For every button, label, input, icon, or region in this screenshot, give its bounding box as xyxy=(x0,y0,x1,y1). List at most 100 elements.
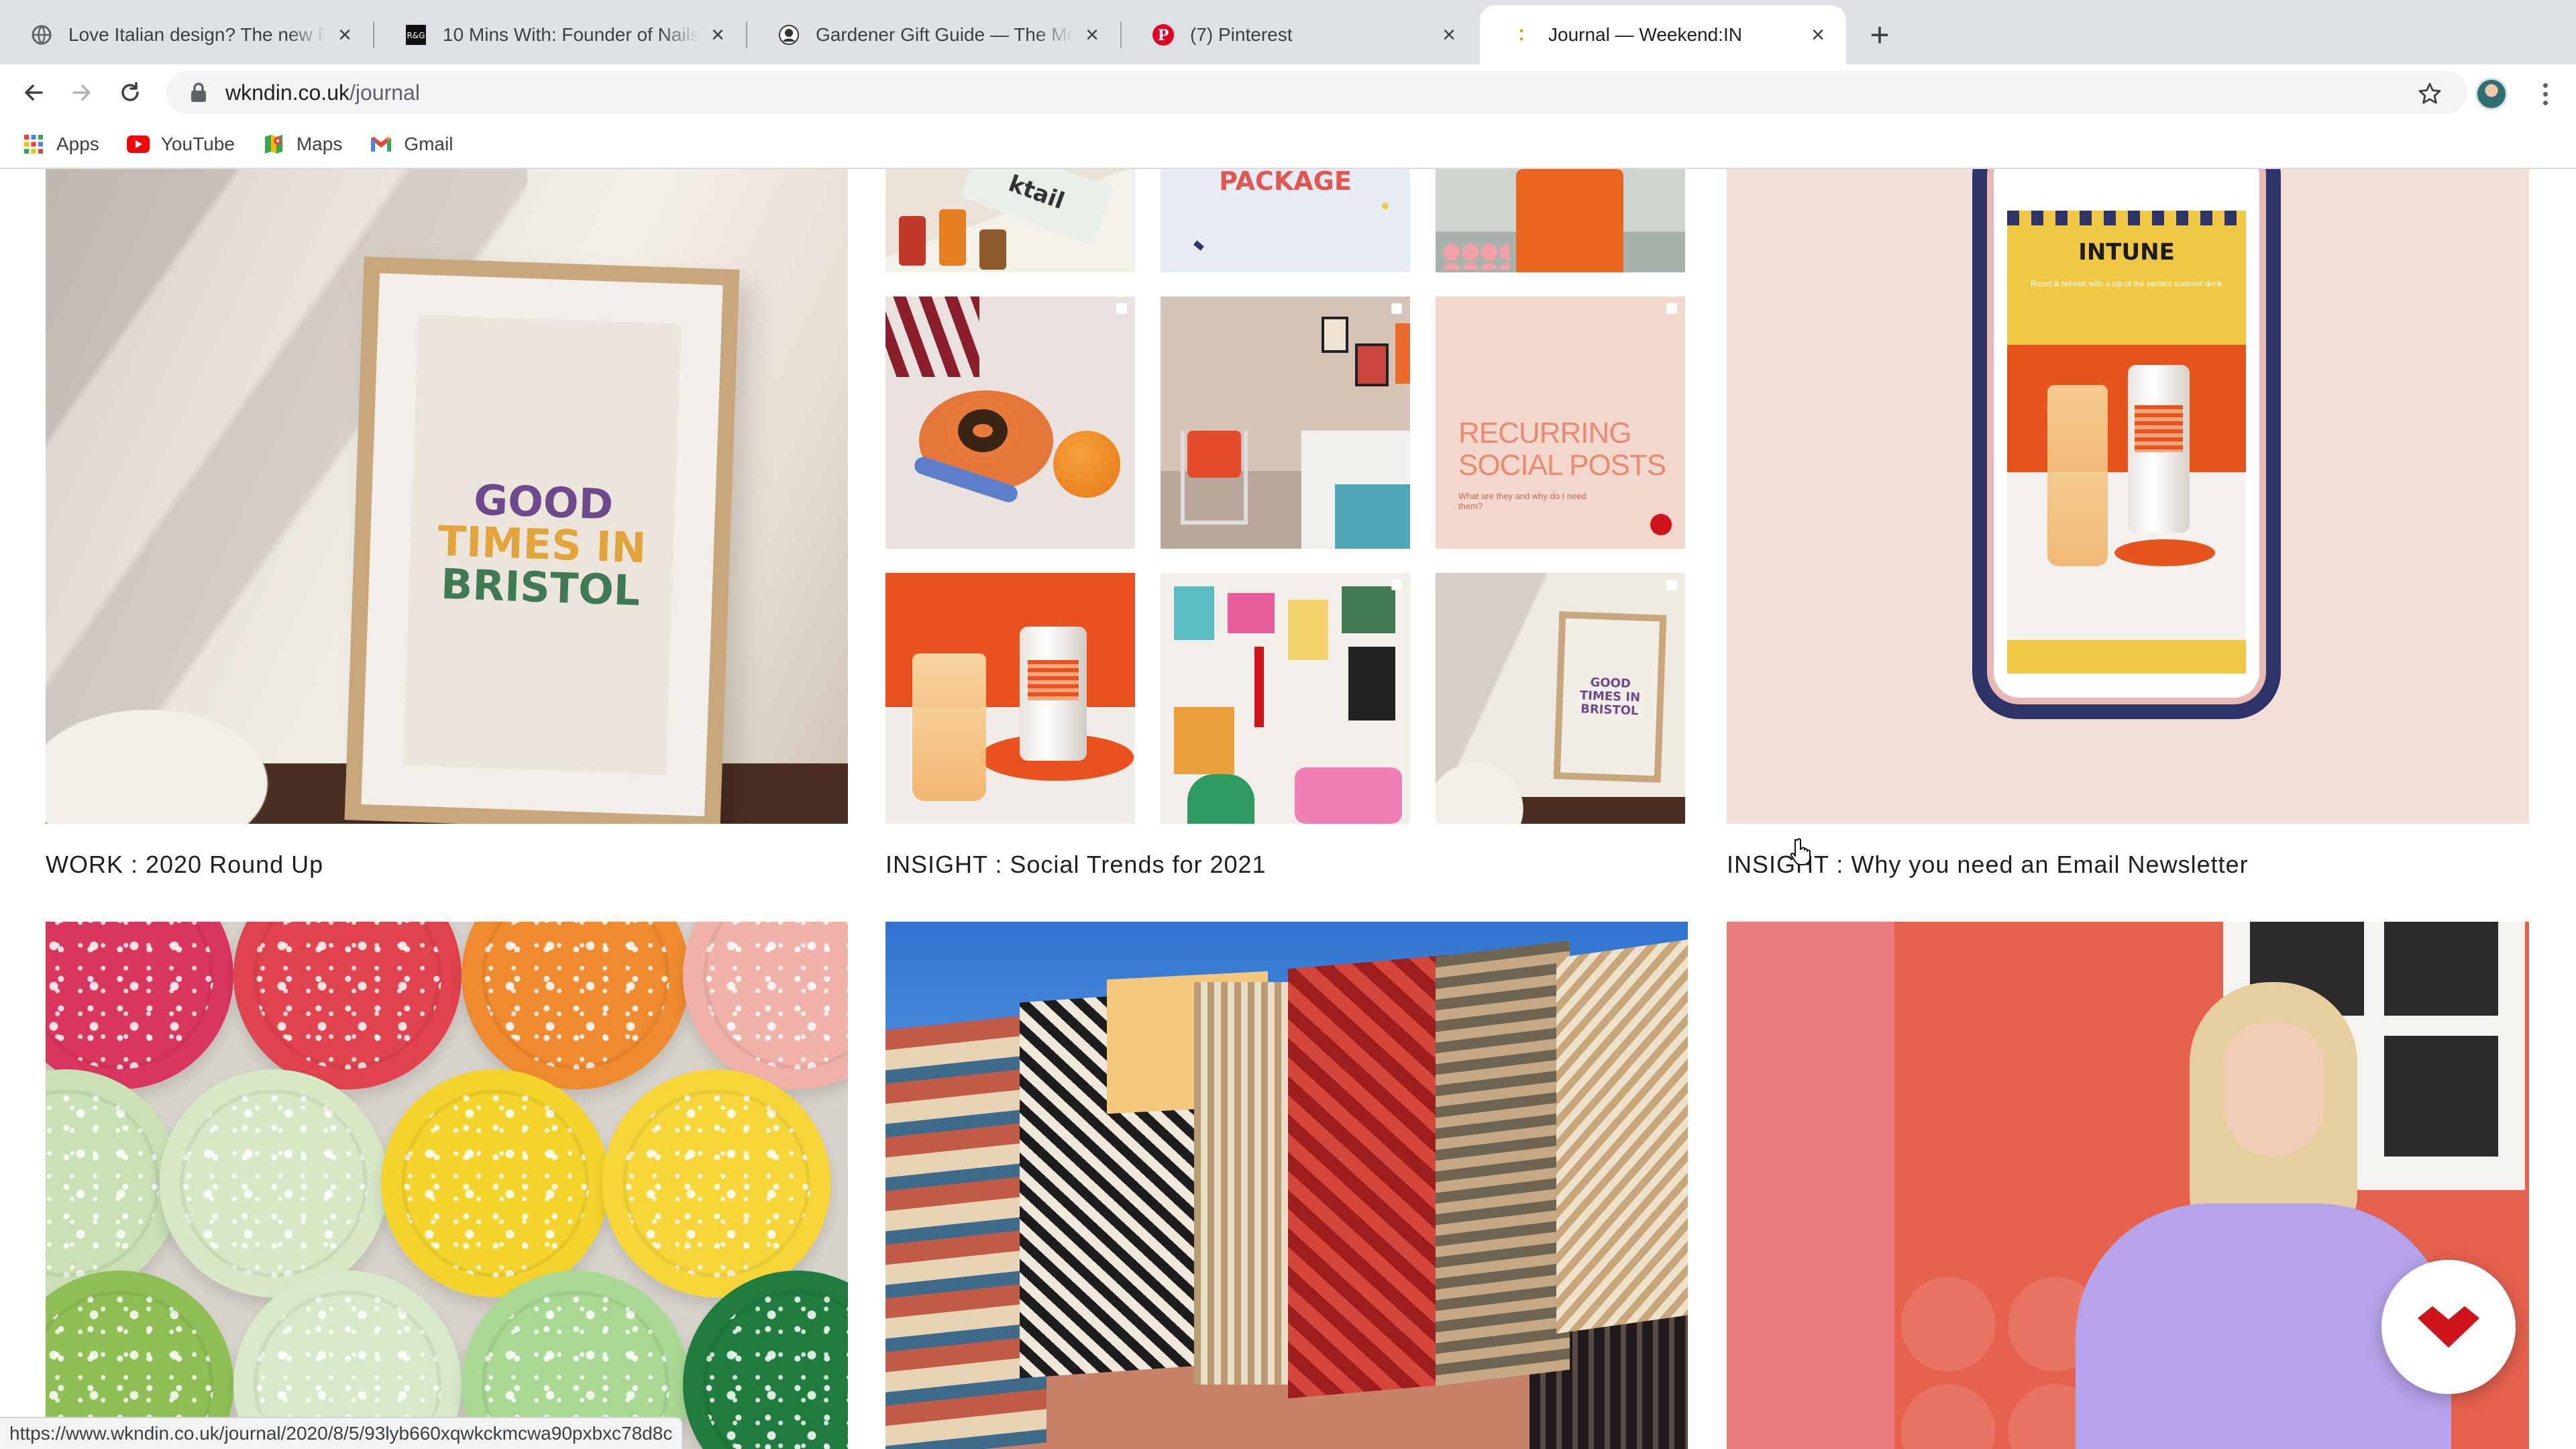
svg-text:P: P xyxy=(1158,27,1169,44)
orange-plinth xyxy=(2114,539,2215,566)
post-image-2020-round-up[interactable]: GOOD TIMES IN BRISTOL xyxy=(46,169,848,824)
back-button[interactable] xyxy=(15,74,52,111)
tab-journal-weekendin[interactable]: Journal — Weekend:IN × xyxy=(1480,5,1846,64)
window-pane xyxy=(2384,922,2498,1016)
blanket xyxy=(1335,484,1410,549)
package-text: PACKAGE xyxy=(1219,169,1352,196)
tab-strip: Love Italian design? The new P × R&G 10 … xyxy=(0,0,2576,64)
bowl xyxy=(602,1069,830,1297)
multi-image-icon xyxy=(1666,580,1677,590)
close-tab-icon[interactable]: × xyxy=(1437,23,1461,47)
orange-bag xyxy=(1516,169,1623,272)
grid-tile-intune-drink xyxy=(885,573,1135,824)
grid-tile-moodboard xyxy=(1161,573,1410,824)
bowl xyxy=(160,1069,388,1297)
close-tab-icon[interactable]: × xyxy=(1080,23,1104,47)
phone-mockup: INTUNE Reset & refresh with a sip of the… xyxy=(1972,169,2281,719)
bowl xyxy=(683,922,848,1089)
striped-chair xyxy=(885,297,979,377)
bottle xyxy=(979,229,1006,270)
grid-tile-recurring-posts: RECURRING SOCIAL POSTS What are they and… xyxy=(1436,297,1685,549)
reload-icon xyxy=(121,82,139,101)
bowl xyxy=(381,1069,609,1297)
tab-title: (7) Pinterest xyxy=(1190,24,1293,45)
wall-frame xyxy=(1355,343,1389,386)
print xyxy=(1288,600,1328,660)
tab-italian-design[interactable]: Love Italian design? The new P × xyxy=(0,5,373,64)
maps-icon xyxy=(262,132,286,156)
bookmark-gmail[interactable]: Gmail xyxy=(369,132,453,156)
reload-button[interactable] xyxy=(111,74,149,111)
star-icon xyxy=(2418,83,2441,104)
bookmark-label: Apps xyxy=(56,133,99,154)
close-tab-icon[interactable]: × xyxy=(706,23,730,47)
youtube-icon xyxy=(126,132,150,156)
bookmark-label: Maps xyxy=(296,133,343,154)
tab-title: Gardener Gift Guide — The Mo xyxy=(816,24,1073,45)
print xyxy=(1228,593,1275,633)
rug xyxy=(1436,940,1570,1387)
tab-title: Love Italian design? The new P xyxy=(68,24,326,45)
browser-menu-button[interactable] xyxy=(2526,75,2564,113)
orange-backdrop xyxy=(2007,345,2246,472)
confetti xyxy=(1193,240,1204,251)
grid-tile-flowers xyxy=(1436,169,1685,272)
tassel xyxy=(1254,647,1264,727)
bookmark-label: Gmail xyxy=(404,133,453,154)
profile-avatar[interactable] xyxy=(2475,78,2508,110)
chat-bubble-button[interactable] xyxy=(2381,1260,2516,1394)
mini-poster-text: GOOD TIMES IN BRISTOL xyxy=(1560,618,1660,776)
bookmark-maps[interactable]: Maps xyxy=(262,132,342,156)
grid-tile-bedroom xyxy=(1161,297,1410,549)
new-tab-button[interactable]: + xyxy=(1864,16,1896,54)
bowl xyxy=(46,922,233,1089)
arrow-right-icon xyxy=(72,85,91,101)
stripe-border xyxy=(2007,211,2246,225)
post-image-terrazzo-bowls[interactable] xyxy=(46,922,848,1449)
pinterest-icon: P xyxy=(1151,23,1175,47)
orange-fruit xyxy=(1053,431,1120,498)
rug xyxy=(1288,955,1449,1399)
bookmark-youtube[interactable]: YouTube xyxy=(126,132,235,156)
weekendin-badge xyxy=(1650,514,1672,535)
linen-cloth xyxy=(1436,750,1536,824)
multi-image-icon xyxy=(1391,303,1402,314)
post-image-social-trends[interactable]: ktail PACKAGE RECURRING SOCIAL POSTS Wha… xyxy=(885,169,1688,824)
lock-icon[interactable] xyxy=(186,80,211,105)
poster-frame: GOOD TIMES IN BRISTOL xyxy=(344,256,740,824)
phone-screen: INTUNE Reset & refresh with a sip of the… xyxy=(2007,211,2246,674)
tab-gardener[interactable]: Gardener Gift Guide — The Mo × xyxy=(747,5,1120,64)
url-path: /journal xyxy=(349,80,420,105)
bookmark-star-button[interactable] xyxy=(2411,75,2449,113)
multi-image-icon xyxy=(1116,303,1127,314)
address-bar[interactable]: wkndin.co.uk/journal xyxy=(166,71,2467,114)
forward-button[interactable] xyxy=(63,74,101,111)
coffee-cup xyxy=(946,397,1020,464)
rg-logo-icon: R&G xyxy=(404,23,428,47)
bookmark-label: YouTube xyxy=(160,133,235,154)
tab-pinterest[interactable]: P (7) Pinterest × xyxy=(1122,5,1477,64)
print xyxy=(1174,586,1214,640)
hand-cursor-icon xyxy=(1790,838,1811,865)
flowers xyxy=(1442,243,1509,270)
tab-nails[interactable]: R&G 10 Mins With: Founder of Nails × xyxy=(374,5,746,64)
bookmarks-bar: Apps YouTube Maps Gmail xyxy=(0,121,2576,169)
tab-title: Journal — Weekend:IN xyxy=(1548,24,1742,45)
close-tab-icon[interactable]: × xyxy=(333,23,357,47)
svg-text:R&G: R&G xyxy=(407,31,425,40)
wall-art xyxy=(1395,323,1410,384)
bookmark-apps[interactable]: Apps xyxy=(21,132,99,156)
print xyxy=(1342,586,1395,633)
drink-can xyxy=(2128,365,2190,533)
close-tab-icon[interactable]: × xyxy=(1806,23,1830,47)
post-caption-2020-round-up[interactable]: WORK : 2020 Round Up xyxy=(46,851,323,879)
post-image-moroccan-rugs[interactable] xyxy=(885,922,1688,1449)
gardener-logo-icon xyxy=(777,23,801,47)
cocktail-glass xyxy=(2047,385,2108,566)
post-caption-social-trends[interactable]: INSIGHT : Social Trends for 2021 xyxy=(885,851,1267,879)
face xyxy=(2223,1022,2324,1157)
cactus-cushion xyxy=(1187,774,1254,824)
post-image-email-newsletter[interactable]: INTUNE Reset & refresh with a sip of the… xyxy=(1727,169,2529,824)
linen-cloth xyxy=(46,690,301,824)
grid-tile-cocktail-kit: ktail xyxy=(885,169,1135,272)
